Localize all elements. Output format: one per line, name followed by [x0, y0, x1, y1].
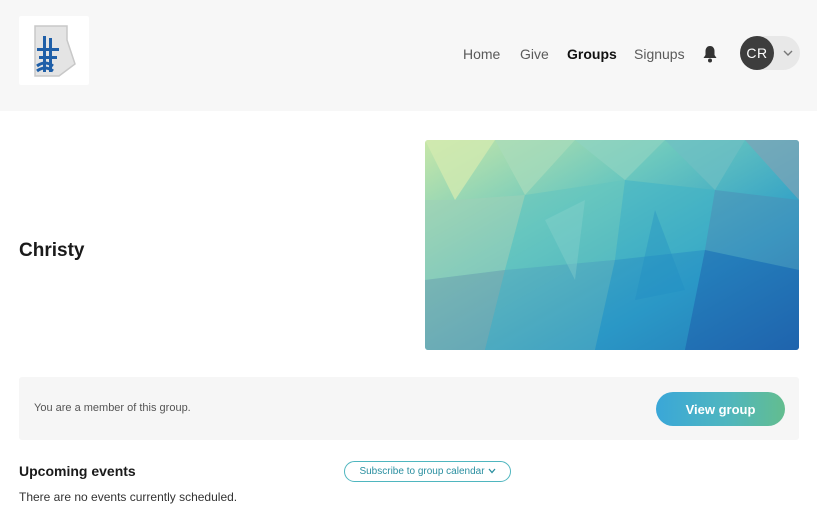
chevron-down-icon	[488, 468, 496, 474]
user-menu[interactable]: CR	[740, 36, 800, 70]
nav-groups[interactable]: Groups	[567, 46, 617, 62]
nav-give[interactable]: Give	[520, 46, 549, 62]
group-title: Christy	[19, 240, 85, 261]
view-group-button[interactable]: View group	[656, 392, 785, 426]
upcoming-events-heading: Upcoming events	[19, 463, 136, 479]
no-events-message: There are no events currently scheduled.	[19, 490, 238, 504]
main-nav: Home Give Groups Signups CR	[0, 34, 817, 74]
group-banner-image	[425, 140, 799, 350]
site-header: Home Give Groups Signups CR	[0, 0, 817, 111]
avatar[interactable]: CR	[740, 36, 774, 70]
subscribe-calendar-label: Subscribe to group calendar	[359, 466, 485, 477]
membership-status: You are a member of this group.	[34, 402, 191, 414]
chevron-down-icon[interactable]	[783, 49, 793, 57]
subscribe-calendar-button[interactable]: Subscribe to group calendar	[344, 461, 511, 482]
nav-home[interactable]: Home	[463, 46, 500, 62]
membership-panel: You are a member of this group. View gro…	[19, 377, 799, 440]
bell-icon[interactable]	[702, 45, 718, 63]
nav-signups[interactable]: Signups	[634, 46, 685, 62]
